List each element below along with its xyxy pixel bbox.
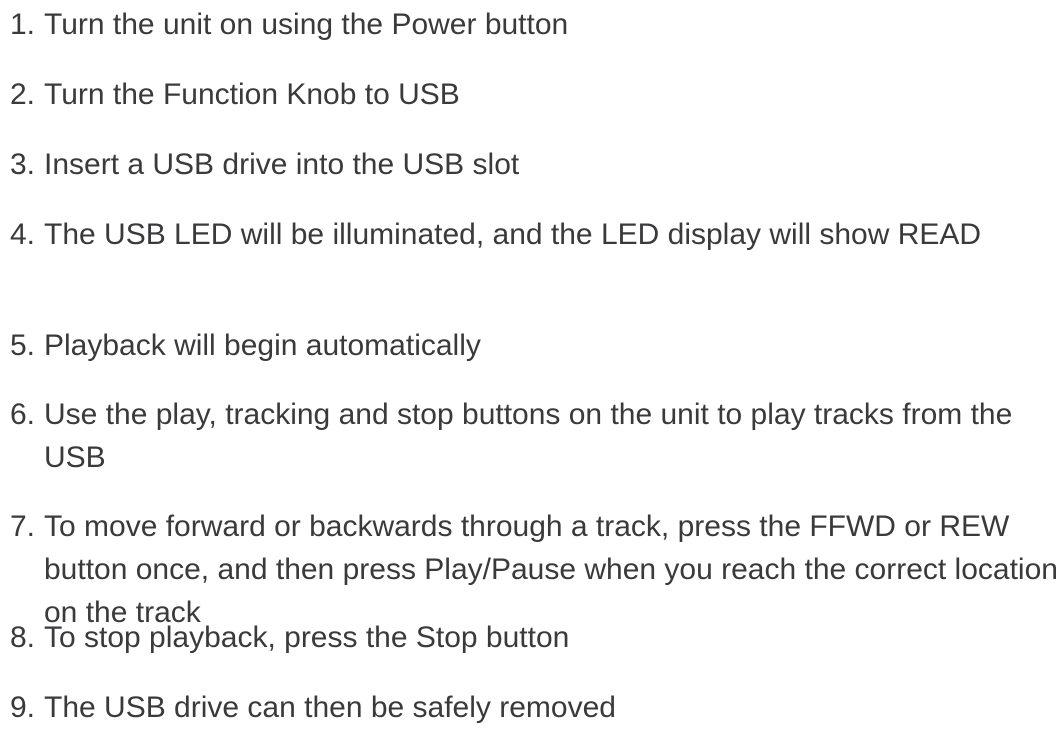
step-text: Playback will begin automatically [44,329,481,362]
step-text: Insert a USB drive into the USB slot [44,148,520,181]
step-text: The USB drive can then be safely removed [44,691,616,724]
list-item-step-7: 7. To move forward or backwards through … [10,505,1060,634]
list-item-step-2: 2. Turn the Function Knob to USB [10,73,1060,116]
list-item-step-4: 4. The USB LED will be illuminated, and … [10,213,1060,256]
step-number: 6. [10,398,36,431]
step-text: The USB LED will be illuminated, and the… [44,218,982,251]
step-number: 2. [10,78,36,111]
step-number: 4. [10,218,36,251]
list-item-step-1: 1. Turn the unit on using the Power butt… [10,3,1060,46]
step-text: Use the play, tracking and stop buttons … [44,398,1013,474]
step-number: 1. [10,8,36,41]
list-item-step-6: 6. Use the play, tracking and stop butto… [10,393,1060,479]
list-item-step-8: 8. To stop playback, press the Stop butt… [10,616,1060,659]
list-item-step-9: 9. The USB drive can then be safely remo… [10,686,1060,729]
list-item-step-5: 5. Playback will begin automatically [10,324,1060,367]
step-number: 8. [10,621,36,654]
step-text: Turn the unit on using the Power button [44,8,569,41]
list-item-step-3: 3. Insert a USB drive into the USB slot [10,143,1060,186]
step-number: 7. [10,510,36,543]
step-text: To stop playback, press the Stop button [44,621,570,654]
step-text: Turn the Function Knob to USB [44,78,460,111]
step-number: 9. [10,691,36,724]
step-number: 5. [10,329,36,362]
step-number: 3. [10,148,36,181]
step-text: To move forward or backwards through a t… [44,510,1058,629]
